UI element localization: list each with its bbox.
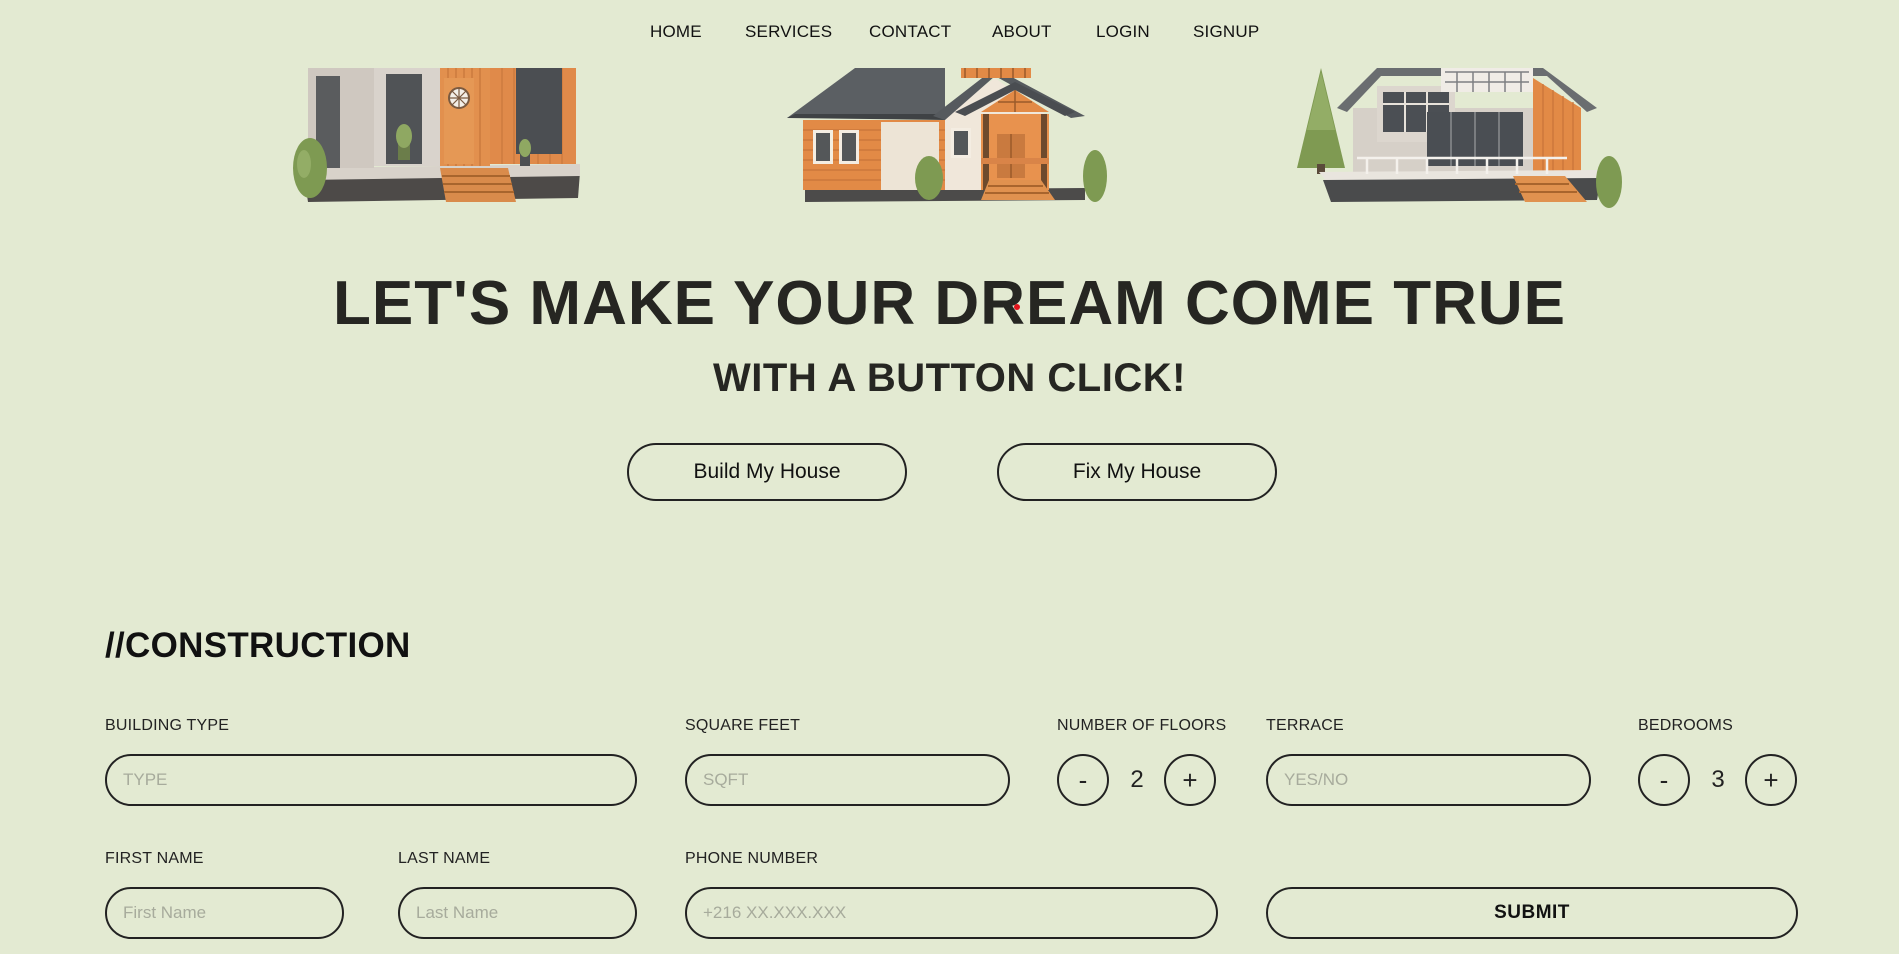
- nav-services[interactable]: SERVICES: [745, 22, 832, 42]
- building-type-input[interactable]: [105, 754, 637, 806]
- hero-subtitle: WITH A BUTTON CLICK!: [713, 356, 1186, 400]
- submit-button[interactable]: SUBMIT: [1266, 887, 1798, 939]
- floors-increment-button[interactable]: +: [1164, 754, 1216, 806]
- page: HOME SERVICES CONTACT ABOUT LOGIN SIGNUP: [0, 0, 1899, 954]
- top-nav: HOME SERVICES CONTACT ABOUT LOGIN SIGNUP: [0, 0, 1899, 68]
- first-name-input[interactable]: [105, 887, 344, 939]
- bedrooms-value: 3: [1711, 766, 1725, 793]
- bedrooms-increment-button[interactable]: +: [1745, 754, 1797, 806]
- nav-signup[interactable]: SIGNUP: [1193, 22, 1259, 42]
- last-name-label: LAST NAME: [398, 850, 491, 867]
- cursor-dot-icon: [1014, 304, 1020, 310]
- build-my-house-button[interactable]: Build My House: [627, 443, 907, 501]
- number-of-floors-label: NUMBER OF FLOORS: [1057, 717, 1227, 734]
- nav-about[interactable]: ABOUT: [992, 22, 1052, 42]
- modern-house-illustration-icon: [293, 68, 580, 202]
- square-feet-label: SQUARE FEET: [685, 717, 801, 734]
- first-name-label: FIRST NAME: [105, 850, 204, 867]
- terrace-label: TERRACE: [1266, 717, 1344, 734]
- fix-my-house-button[interactable]: Fix My House: [997, 443, 1277, 501]
- bedrooms-label: BEDROOMS: [1638, 717, 1733, 734]
- bedrooms-decrement-button[interactable]: -: [1638, 754, 1690, 806]
- construction-title: //CONSTRUCTION: [105, 626, 411, 665]
- nav-login[interactable]: LOGIN: [1096, 22, 1150, 42]
- terrace-input[interactable]: [1266, 754, 1591, 806]
- floors-value: 2: [1130, 766, 1144, 793]
- floors-decrement-button[interactable]: -: [1057, 754, 1109, 806]
- square-feet-input[interactable]: [685, 754, 1010, 806]
- building-type-label: BUILDING TYPE: [105, 717, 230, 734]
- cottage-house-illustration-icon: [787, 68, 1107, 202]
- hero-title: LET'S MAKE YOUR DREAM COME TRUE: [333, 269, 1566, 338]
- chalet-house-illustration-icon: [1297, 68, 1622, 208]
- nav-contact[interactable]: CONTACT: [869, 22, 951, 42]
- last-name-input[interactable]: [398, 887, 637, 939]
- nav-home[interactable]: HOME: [650, 22, 702, 42]
- phone-number-input[interactable]: [685, 887, 1218, 939]
- phone-number-label: PHONE NUMBER: [685, 850, 819, 867]
